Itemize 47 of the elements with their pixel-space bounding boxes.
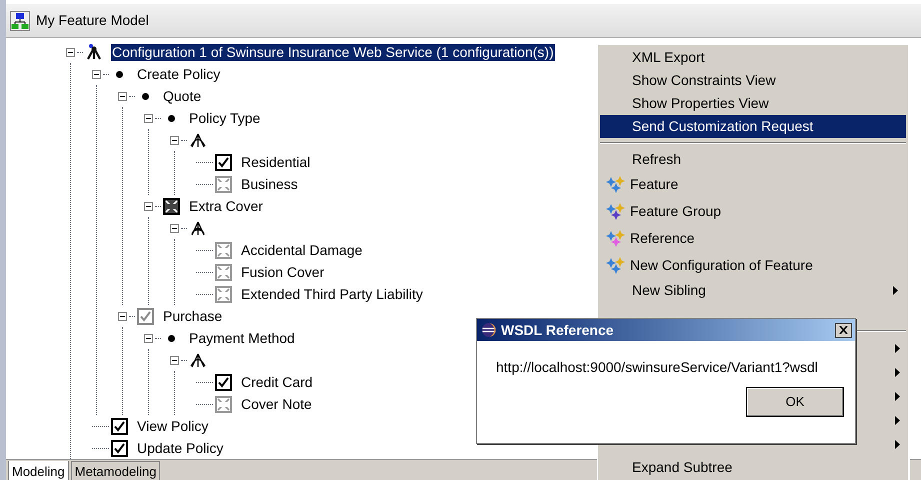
menu-item[interactable]: New Sibling <box>600 279 906 302</box>
menu-item[interactable]: XML Export <box>600 46 906 69</box>
collapse-icon[interactable] <box>118 312 127 320</box>
collapse-icon[interactable] <box>170 356 179 364</box>
tree-item[interactable]: Update Policy <box>136 440 224 456</box>
wsdl-url: http://localhost:9000/swinsureService/Variant1?wsdl <box>496 358 819 377</box>
close-button[interactable] <box>835 322 852 338</box>
collapse-icon[interactable] <box>144 202 153 210</box>
tree-item[interactable]: Cover Note <box>240 396 313 412</box>
menu-item[interactable]: Send Customization Request <box>600 115 906 138</box>
tree-item[interactable]: Configuration 1 of Swinsure Insurance Web Service (1 configuration(s)) <box>111 44 555 60</box>
editor-title: My Feature Model <box>36 11 149 30</box>
collapse-icon[interactable] <box>66 48 75 56</box>
collapse-icon[interactable] <box>170 136 179 144</box>
tree-item[interactable]: Quote <box>162 88 202 104</box>
tree-item[interactable]: Policy Type <box>188 110 262 126</box>
menu-item[interactable]: Show Constraints View <box>600 69 906 92</box>
tree-item[interactable]: Residential <box>240 154 312 170</box>
close-icon <box>839 326 848 334</box>
menu-item[interactable]: Expand Subtree <box>600 456 906 479</box>
tree-item[interactable]: Payment Method <box>188 330 296 346</box>
tree-item[interactable]: Purchase <box>162 308 224 324</box>
tree-item[interactable]: Credit Card <box>240 374 314 390</box>
tree-item[interactable]: Extended Third Party Liability <box>240 286 424 302</box>
collapse-icon[interactable] <box>144 114 153 122</box>
eclipse-icon <box>481 322 497 338</box>
tree-item[interactable]: Create Policy <box>136 66 222 82</box>
tree-diagram-icon <box>10 10 30 30</box>
collapse-icon[interactable] <box>92 70 101 78</box>
tree-item[interactable]: Accidental Damage <box>240 242 364 258</box>
menu-item[interactable]: New Configuration of Feature <box>600 252 906 279</box>
menu-item[interactable]: Show Properties View <box>600 92 906 115</box>
ok-button[interactable]: OK <box>746 387 844 417</box>
menu-item[interactable]: Feature Group <box>600 198 906 225</box>
tree-item[interactable]: Fusion Cover <box>240 264 326 280</box>
tree-item[interactable]: View Policy <box>136 418 210 434</box>
menu-item[interactable]: Reference <box>600 225 906 252</box>
dialog-title: WSDL Reference <box>501 320 615 340</box>
editor-tab[interactable]: Metamodeling <box>70 461 160 480</box>
collapse-icon[interactable] <box>170 224 179 232</box>
collapse-icon[interactable] <box>144 334 153 342</box>
menu-item[interactable]: Feature <box>600 171 906 198</box>
collapse-icon[interactable] <box>118 92 127 100</box>
menu-item[interactable]: Refresh <box>600 148 906 171</box>
tree-item[interactable]: Business <box>240 176 299 192</box>
editor-tab[interactable]: Modeling <box>8 461 69 480</box>
tree-item[interactable]: Extra Cover <box>188 198 264 214</box>
